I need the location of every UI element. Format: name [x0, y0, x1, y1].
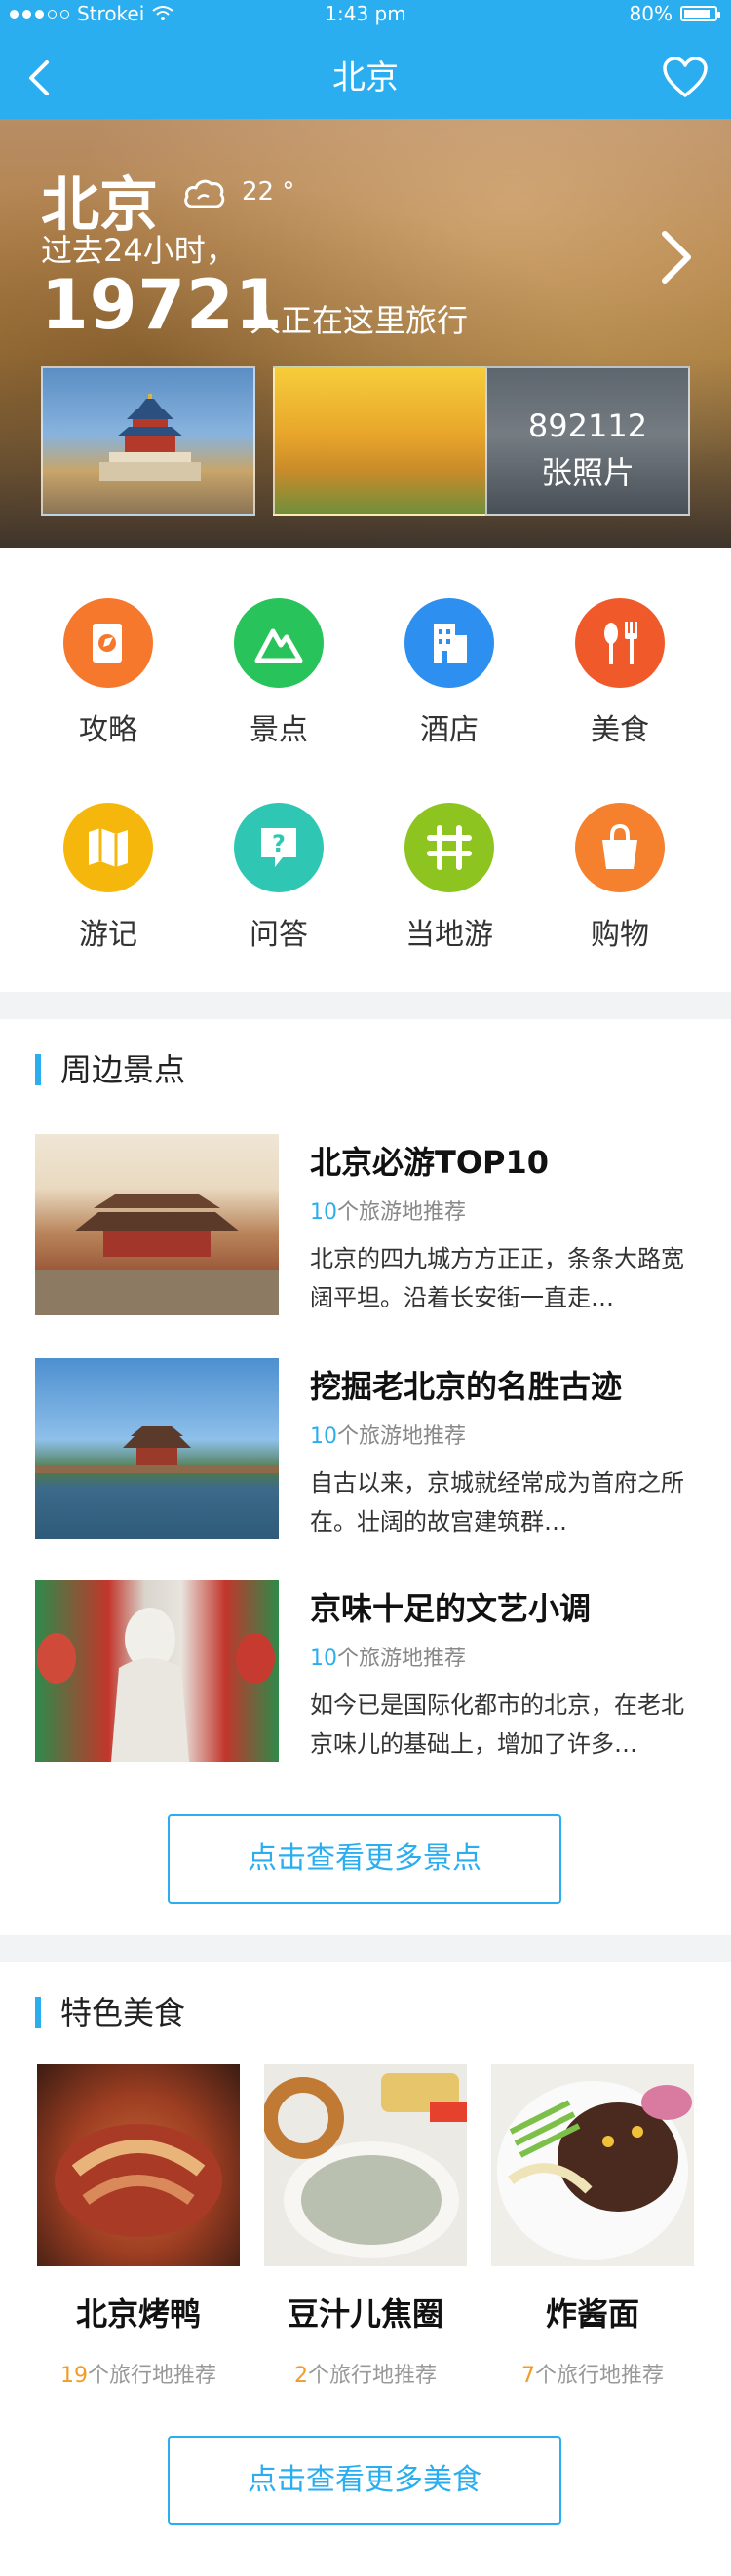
- category-label: 问答: [250, 918, 308, 952]
- traveler-count-suffix: 人正在这里旅行: [250, 302, 469, 339]
- nav-bar: 北京: [0, 39, 731, 117]
- list-item[interactable]: 挖掘老北京的名胜古迹 10个旅游地推荐 自古以来，京城就经常成为首府之所在。壮阔…: [35, 1358, 696, 1543]
- category-local-tour[interactable]: 当地游: [376, 803, 522, 953]
- top-bar: Strokei 1:43 pm 80% 北京: [0, 0, 731, 119]
- food-recommend: 7个旅行地推荐: [491, 2358, 694, 2389]
- recommend-count: 19: [59, 2364, 88, 2388]
- page: Strokei 1:43 pm 80% 北京 北京 22 ° 过去24小时， 1…: [0, 0, 731, 2576]
- recommend-suffix: 个旅游地推荐: [337, 1647, 467, 1671]
- opera-masks-image: [35, 1580, 279, 1762]
- item-title: 挖掘老北京的名胜古迹: [310, 1368, 623, 1405]
- food-item-zhajiangmian[interactable]: 炸酱面 7个旅行地推荐: [491, 2064, 694, 2389]
- category-label: 景点: [250, 713, 308, 747]
- status-bar: Strokei 1:43 pm 80%: [0, 0, 731, 27]
- page-title: 北京: [332, 58, 399, 97]
- item-desc: 如今已是国际化都市的北京，在老北京味儿的基础上，增加了许多…: [310, 1691, 684, 1758]
- chevron-right-icon[interactable]: [659, 228, 694, 286]
- item-title: 北京必游TOP10: [310, 1144, 550, 1181]
- zhajiangmian-image: [491, 2064, 694, 2266]
- temple-illustration: [99, 394, 201, 481]
- hero-photo-strip: 892112 张照片: [41, 366, 690, 518]
- roast-duck-image: [37, 2064, 240, 2266]
- item-desc: 北京的四九城方方正正，条条大路宽阔平坦。沿着长安街一直走…: [310, 1245, 684, 1311]
- more-photos-tile[interactable]: 892112 张照片: [485, 366, 690, 516]
- category-shopping[interactable]: 购物: [547, 803, 693, 953]
- photo-count: 892112: [527, 407, 648, 444]
- battery-percent: 80%: [629, 2, 673, 25]
- recommend-suffix: 个旅行地推荐: [307, 2364, 437, 2388]
- food-name: 炸酱面: [545, 2295, 639, 2332]
- recommend-count: 10: [310, 1647, 337, 1671]
- question-icon: ?: [234, 803, 324, 892]
- photo-count-label: 张照片: [540, 454, 635, 491]
- guide-icon: [63, 598, 153, 688]
- list-item[interactable]: 北京必游TOP10 10个旅游地推荐 北京的四九城方方正正，条条大路宽阔平坦。沿…: [35, 1134, 696, 1319]
- city-hero[interactable]: 北京 22 ° 过去24小时， 19721 人正在这里旅行 892112 张照片: [0, 119, 731, 548]
- food-icon: [575, 598, 665, 688]
- cloudy-weather-icon: [184, 179, 225, 208]
- shopping-bag-icon: [575, 803, 665, 892]
- item-desc: 自古以来，京城就经常成为首府之所在。壮阔的故宫建筑群…: [310, 1469, 684, 1535]
- douzhi-jiaoquan-image: [264, 2064, 467, 2266]
- recommend-count: 2: [293, 2364, 308, 2388]
- category-label: 酒店: [420, 713, 479, 747]
- forbidden-city-image: [35, 1134, 279, 1315]
- food-recommend: 19个旅行地推荐: [37, 2358, 240, 2389]
- item-recommend: 10个旅游地推荐: [310, 1419, 466, 1450]
- map-icon: [63, 803, 153, 892]
- recommend-count: 10: [310, 1424, 337, 1449]
- food-grid: 北京烤鸭 19个旅行地推荐 豆汁儿焦圈 2个旅行地推荐 炸酱面 7个旅行地推荐: [37, 2064, 694, 2395]
- recommend-suffix: 个旅行地推荐: [87, 2364, 216, 2388]
- ginkgo-avenue-photo[interactable]: [273, 366, 487, 516]
- recommend-suffix: 个旅游地推荐: [337, 1424, 467, 1449]
- status-right: 80%: [629, 0, 720, 27]
- item-title: 京味十足的文艺小调: [310, 1590, 592, 1627]
- more-sights-button[interactable]: 点击查看更多景点: [168, 1814, 561, 1904]
- category-label: 攻略: [79, 713, 137, 747]
- category-guide[interactable]: 攻略: [35, 598, 181, 748]
- recommend-count: 7: [520, 2364, 535, 2388]
- nearby-sights-section: 周边景点 北京必游TOP10 10个旅游地推荐 北京的四九城方方正正，条条大路宽…: [0, 1019, 731, 1935]
- traveler-count: 19721: [41, 265, 284, 345]
- corner-tower-image: [35, 1358, 279, 1539]
- section-title: 周边景点: [35, 1054, 185, 1085]
- temple-of-heaven-photo[interactable]: [41, 366, 255, 516]
- food-recommend: 2个旅行地推荐: [264, 2358, 467, 2389]
- mountain-icon: [234, 598, 324, 688]
- category-grid: 攻略 景点 酒店 美食 游记 ? 问答 当地游 购物: [0, 548, 731, 992]
- status-time: 1:43 pm: [325, 2, 406, 25]
- recommend-suffix: 个旅行地推荐: [534, 2364, 664, 2388]
- category-hotel[interactable]: 酒店: [376, 598, 522, 748]
- hero-temperature: 22 °: [242, 177, 295, 207]
- featured-food-section: 特色美食 北京烤鸭 19个旅行地推荐 豆汁儿焦圈 2个旅行地推荐 炸酱面 7个旅…: [0, 1962, 731, 2576]
- category-label: 游记: [79, 918, 137, 952]
- category-food[interactable]: 美食: [547, 598, 693, 748]
- svg-text:?: ?: [272, 830, 286, 857]
- recommend-count: 10: [310, 1200, 337, 1225]
- recommend-suffix: 个旅游地推荐: [337, 1200, 467, 1225]
- list-item[interactable]: 京味十足的文艺小调 10个旅游地推荐 如今已是国际化都市的北京，在老北京味儿的基…: [35, 1580, 696, 1765]
- category-sights[interactable]: 景点: [206, 598, 352, 748]
- category-label: 美食: [591, 713, 649, 747]
- section-title: 特色美食: [35, 1997, 185, 2028]
- food-name: 豆汁儿焦圈: [287, 2295, 443, 2332]
- category-label: 购物: [591, 918, 649, 952]
- battery-icon: [680, 6, 720, 21]
- category-travelogue[interactable]: 游记: [35, 803, 181, 953]
- local-tour-icon: [404, 803, 494, 892]
- item-recommend: 10个旅游地推荐: [310, 1641, 466, 1672]
- hotel-icon: [404, 598, 494, 688]
- category-qa[interactable]: ? 问答: [206, 803, 352, 953]
- food-item-douzhi[interactable]: 豆汁儿焦圈 2个旅行地推荐: [264, 2064, 467, 2389]
- favorite-heart-icon[interactable]: [663, 57, 708, 99]
- food-item-roast-duck[interactable]: 北京烤鸭 19个旅行地推荐: [37, 2064, 240, 2389]
- food-name: 北京烤鸭: [75, 2295, 201, 2332]
- more-food-button[interactable]: 点击查看更多美食: [168, 2436, 561, 2525]
- item-recommend: 10个旅游地推荐: [310, 1194, 466, 1226]
- category-label: 当地游: [405, 918, 493, 952]
